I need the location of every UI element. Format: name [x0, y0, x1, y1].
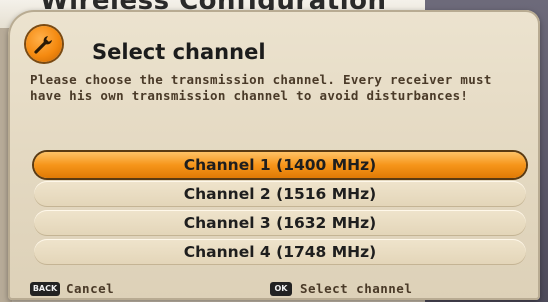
channel-option-1[interactable]: Channel 1 (1400 MHz) — [34, 152, 526, 178]
dialog-footer: BACK Cancel OK Select channel — [8, 280, 540, 300]
back-key-icon[interactable]: BACK — [30, 282, 60, 296]
channel-list: Channel 1 (1400 MHz) Channel 2 (1516 MHz… — [34, 152, 526, 268]
channel-option-2[interactable]: Channel 2 (1516 MHz) — [34, 181, 526, 207]
channel-option-3[interactable]: Channel 3 (1632 MHz) — [34, 210, 526, 236]
wrench-icon — [26, 26, 62, 62]
select-channel-dialog: Select channel Please choose the transmi… — [8, 10, 540, 300]
cancel-hint[interactable]: Cancel — [66, 281, 114, 296]
channel-option-4[interactable]: Channel 4 (1748 MHz) — [34, 239, 526, 265]
dialog-title: Select channel — [92, 40, 266, 64]
ok-key-icon[interactable]: OK — [270, 282, 292, 296]
select-channel-hint[interactable]: Select channel — [300, 281, 412, 296]
dialog-description: Please choose the transmission channel. … — [30, 72, 492, 103]
